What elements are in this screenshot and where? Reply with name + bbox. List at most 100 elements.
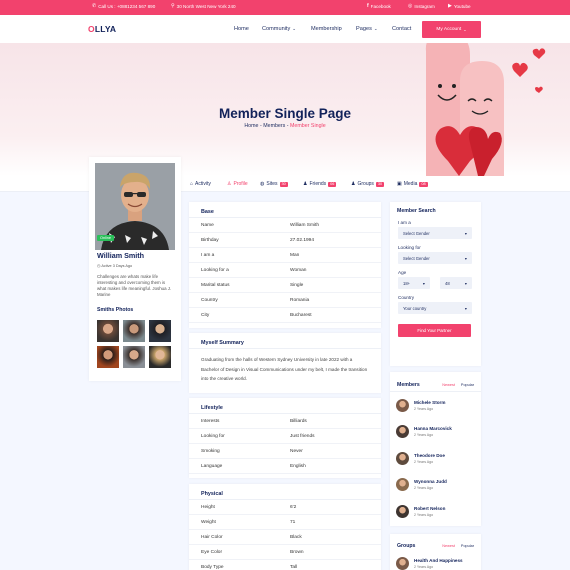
info-row: Smoking Never	[189, 444, 381, 459]
photo-thumbnail[interactable]	[149, 320, 171, 342]
last-active: ◷ Active 3 Days Ago	[97, 263, 133, 269]
nav-home[interactable]: Home	[234, 26, 249, 32]
photo-thumbnail[interactable]	[123, 320, 145, 342]
member-name[interactable]: Wynonna Judd	[414, 479, 447, 484]
profile-name: William Smith	[97, 251, 145, 260]
breadcrumb-members[interactable]: Members	[263, 123, 285, 129]
looking-for-select[interactable]: Select Gender ▾	[398, 252, 472, 264]
group-icon: ♟	[351, 181, 356, 187]
photo-grid	[97, 320, 175, 368]
info-row: Looking for a Woman	[189, 263, 381, 278]
facebook-link[interactable]: f Facebook	[367, 4, 391, 10]
info-label: Hair Color	[201, 534, 223, 540]
site-logo[interactable]: OLLYA	[88, 24, 116, 34]
info-value: Man	[290, 252, 300, 258]
info-label: Country	[201, 297, 218, 303]
member-name[interactable]: Theodore Doe	[414, 453, 445, 458]
member-info: Michele Storm 2 Years Ago	[414, 400, 445, 411]
filter-tabs: Newest Popular	[442, 383, 474, 387]
photo-thumbnail[interactable]	[123, 346, 145, 368]
member-name[interactable]: Health And Happiness	[414, 558, 463, 563]
my-account-button[interactable]: My Account ⌄	[422, 21, 481, 38]
instagram-link[interactable]: ◎ Instagram	[408, 4, 435, 10]
nav-contact[interactable]: Contact	[392, 26, 411, 32]
avatar[interactable]	[396, 556, 409, 570]
members-widget: Members Newest Popular Michele Storm 2 Yea…	[390, 372, 481, 526]
caret-down-icon: ▾	[464, 255, 467, 261]
avatar[interactable]	[396, 398, 409, 412]
nav-community[interactable]: Community ⌄	[262, 26, 296, 32]
member-item[interactable]: Hanna Marcovick 2 Years Ago	[390, 419, 481, 446]
base-info-card: Base Name William Smith Birthday 27.02.1994…	[189, 202, 381, 328]
member-info: Theodore Doe 2 Years Ago	[414, 453, 445, 464]
info-value: Black	[290, 534, 302, 540]
tab-groups[interactable]: ♟ Groups 30	[351, 181, 385, 187]
tab-friends[interactable]: ♟ Friends 06	[303, 181, 337, 187]
age-from-select[interactable]: 18+ ▾	[398, 277, 430, 289]
physical-card: Physical Height 6'2 Weight 71 Hair Color Blac…	[189, 484, 381, 570]
member-item[interactable]: Michele Storm 2 Years Ago	[390, 392, 481, 419]
info-value: Never	[290, 448, 303, 454]
nav-membership[interactable]: Membership	[311, 26, 342, 32]
member-name[interactable]: Michele Storm	[414, 400, 445, 405]
photo-thumbnail[interactable]	[97, 346, 119, 368]
address-info: ⚲ 30 North West New York 240	[171, 3, 236, 10]
breadcrumb-current: Member Single	[290, 123, 326, 129]
tab-sites[interactable]: ◍ Sites 30	[260, 181, 288, 187]
caret-down-icon: ▾	[464, 305, 467, 311]
breadcrumb-home[interactable]: Home	[244, 123, 258, 129]
group-item[interactable]: Health And Happiness 2 Years Ago	[390, 550, 481, 570]
avatar[interactable]	[396, 451, 409, 465]
photo-thumbnail[interactable]	[97, 320, 119, 342]
card-title: Base	[189, 202, 381, 218]
find-partner-button[interactable]: Find Your Partner	[398, 324, 471, 337]
member-info: Robert Nelson 2 Years Ago	[414, 506, 445, 517]
filter-newest[interactable]: Newest	[442, 383, 455, 387]
count-badge: 30	[279, 181, 288, 187]
filter-newest[interactable]: Newest	[442, 544, 455, 548]
nav-pages[interactable]: Pages ⌄	[356, 26, 378, 32]
info-label: I am a	[201, 252, 215, 258]
phone-info[interactable]: ✆ Call Us : +0881234 567 890	[92, 4, 155, 10]
info-label: Language	[201, 463, 223, 469]
age-range: 18+ ▾ 48 ▾	[390, 275, 481, 289]
info-row: I am a Man	[189, 248, 381, 263]
video-icon: ▣	[397, 181, 402, 187]
info-label: Looking for	[201, 433, 225, 439]
info-value: 27.02.1994	[290, 237, 315, 243]
chevron-down-icon: ⌄	[463, 27, 467, 32]
member-item[interactable]: Theodore Doe 2 Years Ago	[390, 445, 481, 472]
filter-popular[interactable]: Popular	[461, 544, 474, 548]
info-value: Bucharest	[290, 312, 312, 318]
member-name[interactable]: Hanna Marcovick	[414, 426, 452, 431]
caret-down-icon: ▾	[464, 280, 467, 286]
member-item[interactable]: Robert Nelson 2 Years Ago	[390, 498, 481, 525]
filter-popular[interactable]: Popular	[461, 383, 474, 387]
info-value: Romania	[290, 297, 310, 303]
info-value: William Smith	[290, 222, 320, 228]
info-row: Looking for Just friends	[189, 429, 381, 444]
widget-title: Member Search	[397, 208, 436, 214]
widget-title: Groups	[397, 542, 416, 549]
avatar[interactable]	[396, 504, 409, 518]
member-time: 2 Years Ago	[414, 433, 434, 438]
avatar[interactable]	[396, 425, 409, 439]
tab-media[interactable]: ▣ Media 08	[397, 181, 428, 187]
photos-title: Smiths Photos	[97, 307, 134, 313]
youtube-link[interactable]: ▶ Youtube	[448, 4, 471, 10]
count-badge: 06	[328, 181, 337, 187]
count-badge: 30	[375, 181, 385, 187]
country-select[interactable]: Your country ▾	[398, 302, 472, 314]
profile-bio: Challenges are whats make life interesti…	[97, 274, 172, 297]
member-info: Health And Happiness 2 Years Ago	[414, 558, 463, 569]
member-item[interactable]: Wynonna Judd 2 Years Ago	[390, 472, 481, 499]
widget-header: Groups Newest Popular	[390, 534, 481, 550]
gender-select[interactable]: Select Gender ▾	[398, 227, 472, 239]
age-to-select[interactable]: 48 ▾	[440, 277, 472, 289]
member-name[interactable]: Robert Nelson	[414, 506, 445, 511]
tab-activity[interactable]: ⌂ Activity	[190, 181, 211, 187]
page-hero: Member Single Page Home - Members - Memb…	[0, 43, 570, 176]
tab-profile[interactable]: ♙ Profile	[227, 181, 248, 187]
avatar[interactable]	[396, 478, 409, 492]
photo-thumbnail[interactable]	[149, 346, 171, 368]
